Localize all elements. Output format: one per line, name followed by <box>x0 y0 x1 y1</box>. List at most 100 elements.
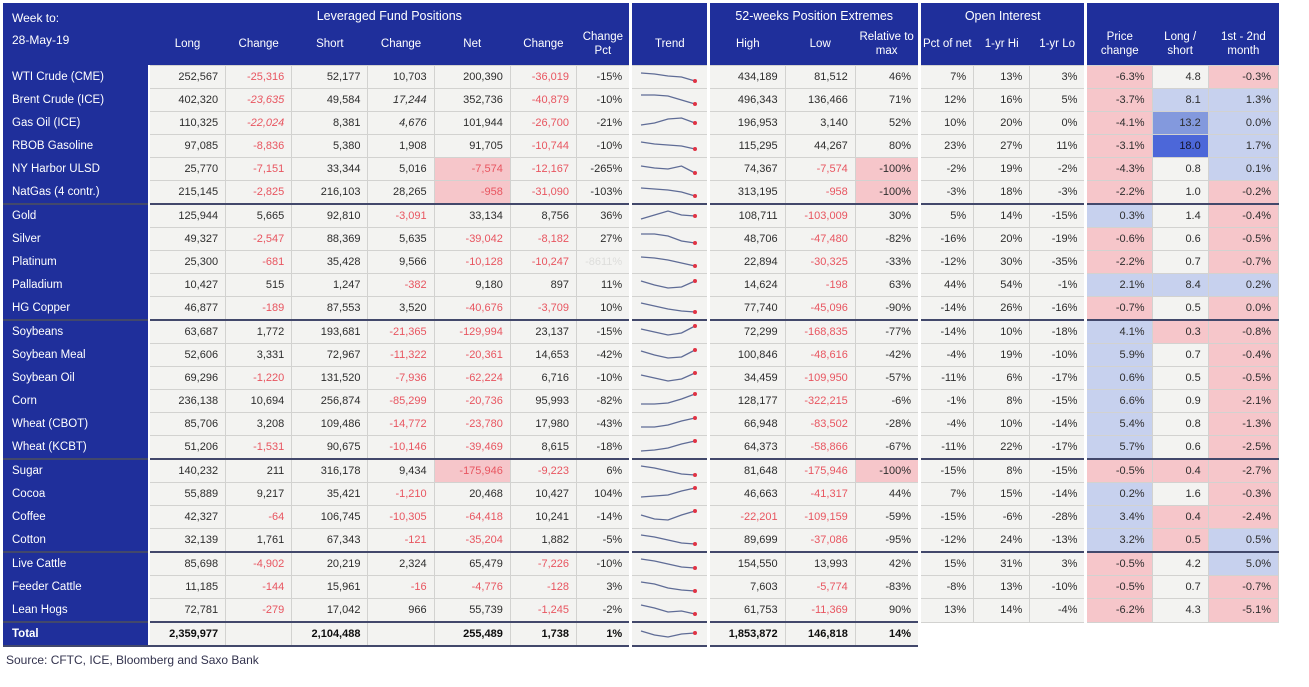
cell: -0.5% <box>1084 551 1153 576</box>
cell: -15% <box>917 505 975 529</box>
cell: -0.7% <box>1207 575 1280 599</box>
cell: 27% <box>973 134 1031 158</box>
cell: 5,665 <box>225 203 293 228</box>
trend-cell <box>629 412 710 436</box>
cell: 154,550 <box>707 551 786 576</box>
cell: -57% <box>854 366 921 390</box>
cell: 5% <box>1029 88 1087 112</box>
cell: 23,137 <box>509 319 578 344</box>
cell: 0.5 <box>1151 366 1209 390</box>
col-header-change-net: Change <box>510 27 577 66</box>
col-header-relative-to-max: Relative to max <box>855 27 920 66</box>
cell: -12,167 <box>509 157 578 181</box>
table-row: WTI Crude (CME) 252,567 -25,316 52,177 10,70… <box>3 65 1280 89</box>
table-row: NY Harbor ULSD 25,770 -7,151 33,344 5,016 -7,… <box>3 157 1280 181</box>
trend-cell <box>629 180 710 205</box>
cell: -40,676 <box>433 296 511 321</box>
cell <box>1208 622 1279 646</box>
cell: 22,894 <box>707 250 786 274</box>
cell: -3,709 <box>509 296 578 321</box>
cell: 95,993 <box>509 389 578 413</box>
source-note: Source: CFTC, ICE, Bloomberg and Saxo Ba… <box>6 653 259 667</box>
col-header-price-change: Price change <box>1084 27 1153 66</box>
cell: -16 <box>367 575 435 599</box>
cell: -11% <box>917 366 975 390</box>
trend-cell <box>629 505 710 529</box>
cell: 402,320 <box>148 88 227 112</box>
cell: 4,676 <box>367 111 435 135</box>
cell: -59% <box>854 505 921 529</box>
cell: 28,265 <box>367 180 435 205</box>
table-row: HG Copper 46,877 -189 87,553 3,520 -40,676 -3,… <box>3 296 1280 321</box>
trend-sparkline <box>640 233 697 245</box>
cell: 10% <box>917 111 975 135</box>
row-label-palladium: Palladium <box>3 273 151 297</box>
row-label-platinum: Platinum <box>3 250 151 274</box>
cell: 13% <box>917 598 975 623</box>
cell: -8611% <box>576 250 632 274</box>
cell: 256,874 <box>291 389 369 413</box>
cell: -17% <box>1029 435 1087 460</box>
table-row: Corn 236,138 10,694 256,874 -85,299 -20,736 95… <box>3 389 1280 413</box>
cell: 196,953 <box>707 111 786 135</box>
trend-sparkline <box>640 392 697 405</box>
row-label-ny-harbor-ulsd: NY Harbor ULSD <box>3 157 151 181</box>
cell: -77% <box>854 319 921 344</box>
cell: -21% <box>576 111 632 135</box>
cell: -9,223 <box>509 458 578 483</box>
row-label-live-cattle: Live Cattle <box>3 551 151 576</box>
cell: -26,700 <box>509 111 578 135</box>
group-header-leveraged-fund-positions: Leveraged Fund Positions <box>149 3 631 27</box>
cell: -15% <box>1029 203 1087 228</box>
trend-cell <box>629 598 710 623</box>
cell: 3% <box>1029 65 1087 89</box>
cell: 0.0% <box>1207 111 1280 135</box>
cell: -16% <box>917 227 975 251</box>
cell: 0.2% <box>1207 273 1280 297</box>
cell: -85,299 <box>367 389 435 413</box>
cell: -8% <box>917 575 975 599</box>
cell: -17% <box>1029 366 1087 390</box>
cell: -0.5% <box>1207 227 1280 251</box>
cell: 26% <box>973 296 1031 321</box>
cell: -2,547 <box>225 227 293 251</box>
cell: -10% <box>1029 575 1087 599</box>
cell: 69,296 <box>148 366 227 390</box>
trend-cell <box>629 482 710 506</box>
cell: 9,217 <box>225 482 293 506</box>
trend-cell <box>629 343 710 367</box>
cell: -1,531 <box>225 435 293 460</box>
table-body: WTI Crude (CME) 252,567 -25,316 52,177 10,70… <box>3 65 1280 647</box>
cell: 5.7% <box>1084 435 1153 460</box>
trend-sparkline <box>640 72 697 83</box>
cell: 10,427 <box>509 482 578 506</box>
cell: -20,736 <box>433 389 511 413</box>
cell <box>917 622 974 646</box>
cell: 67,343 <box>291 528 369 553</box>
table-row: Total 2,359,977 2,104,488 255,489 1,738 1% 1,8… <box>3 621 1279 647</box>
cell: -103% <box>576 180 632 205</box>
cell: 34,459 <box>707 366 786 390</box>
cell: -10% <box>1029 343 1087 367</box>
cell: 2,359,977 <box>148 621 227 647</box>
cell: 0.8 <box>1151 157 1209 181</box>
cell: -10% <box>576 134 632 158</box>
cell: 49,327 <box>148 227 227 251</box>
cell: -103,009 <box>784 203 856 228</box>
cell: -14,772 <box>367 412 435 436</box>
cell: 15% <box>917 551 975 576</box>
cell: 46,663 <box>707 482 786 506</box>
cell: 216,103 <box>291 180 369 205</box>
cell: 88,369 <box>291 227 369 251</box>
cell: 52,177 <box>291 65 369 89</box>
trend-cell <box>629 157 710 181</box>
cell: -35% <box>1029 250 1087 274</box>
trend-sparkline <box>640 465 697 477</box>
trend-cell <box>629 250 710 274</box>
cell: -175,946 <box>433 458 511 483</box>
cell: -14% <box>917 296 975 321</box>
cell: -3% <box>1029 180 1087 205</box>
cell: 8,756 <box>509 203 578 228</box>
table-row: Cotton 32,139 1,761 67,343 -121 -35,204 1,882-… <box>3 528 1280 553</box>
row-label-sugar: Sugar <box>3 458 151 483</box>
